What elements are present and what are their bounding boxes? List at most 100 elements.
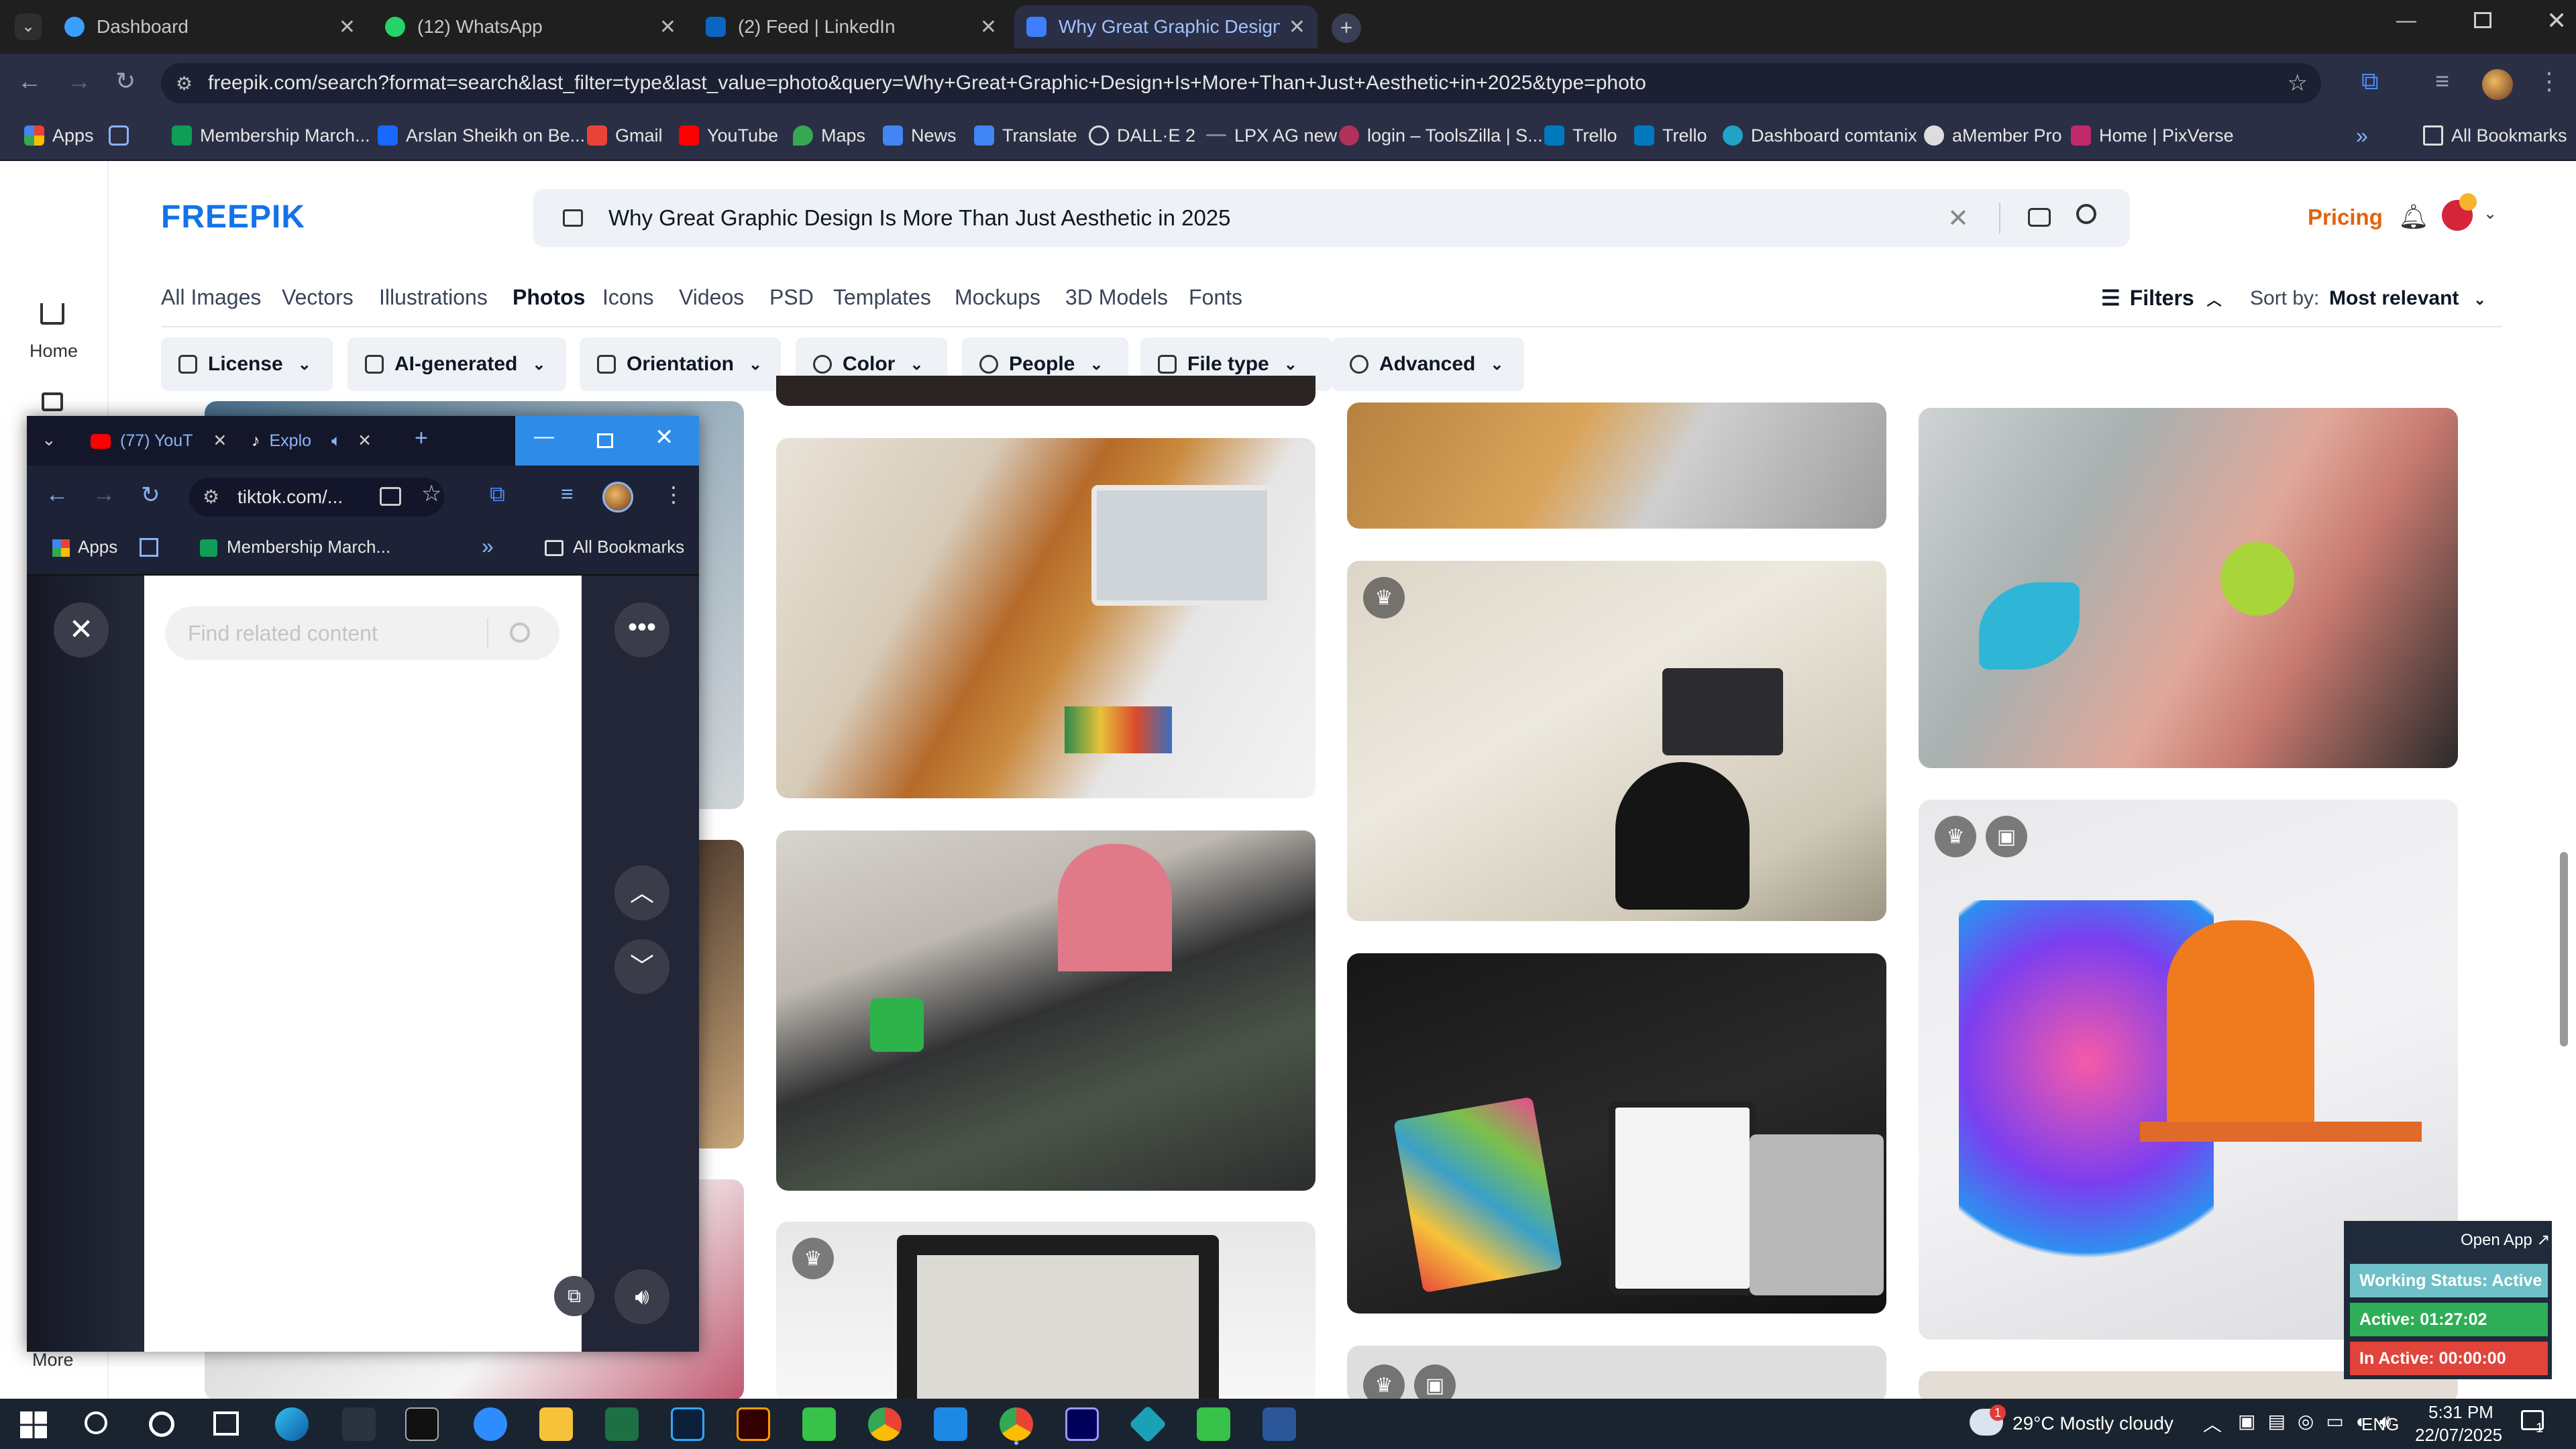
window-minimize-button[interactable]: — (2396, 9, 2416, 32)
popup-extensions-icon[interactable]: ⧉ (490, 482, 505, 507)
close-tab-icon[interactable]: ✕ (659, 15, 676, 39)
filter-advanced[interactable]: Advanced ⌄ (1332, 337, 1524, 391)
tiktok-next-button[interactable]: ﹀ (614, 939, 669, 994)
excel-icon[interactable] (605, 1407, 639, 1441)
collections-icon[interactable] (42, 392, 63, 411)
sidebar-home-label[interactable]: Home (30, 341, 78, 362)
close-tab-icon[interactable]: ✕ (980, 15, 997, 39)
photo-top-view-designer[interactable]: ♛ (1347, 561, 1886, 921)
popup-bookmark-apps[interactable]: Apps (52, 537, 117, 557)
clock-date[interactable]: 22/07/2025 (2415, 1425, 2502, 1446)
open-app-link[interactable]: Open App ↗ (2461, 1230, 2551, 1250)
media-controls-icon[interactable]: ≡ (2435, 67, 2449, 95)
chrome-menu-icon[interactable]: ⋮ (2537, 67, 2561, 95)
bookmark-star-icon[interactable]: ☆ (2288, 70, 2308, 97)
freepik-logo[interactable]: FREEPIK (161, 199, 305, 235)
tiktok-video-area[interactable] (144, 576, 582, 1352)
popup-profile-avatar[interactable] (602, 482, 633, 513)
category-psd[interactable]: PSD (769, 285, 814, 310)
camera-search-icon[interactable] (2028, 208, 2051, 227)
category-fonts[interactable]: Fonts (1189, 285, 1242, 310)
bookmark-toolszilla[interactable]: login – ToolsZilla | S... (1339, 121, 1543, 150)
reload-icon[interactable]: ↻ (115, 67, 136, 95)
photo-designer-sketching[interactable] (776, 438, 1316, 798)
back-icon[interactable]: ← (17, 67, 42, 95)
illustrator-icon[interactable] (737, 1407, 770, 1441)
language-indicator[interactable]: ENG (2361, 1414, 2399, 1435)
popup-all-bookmarks[interactable]: All Bookmarks (545, 537, 684, 557)
image-search-type-icon[interactable] (563, 209, 583, 227)
word-icon[interactable] (1263, 1407, 1296, 1441)
bookmark-trello-1[interactable]: Trello (1544, 121, 1617, 150)
category-photos[interactable]: Photos (513, 285, 585, 310)
close-tab-icon[interactable]: ✕ (1289, 15, 1305, 39)
vscode-icon[interactable] (934, 1407, 967, 1441)
all-bookmarks[interactable]: All Bookmarks (2423, 121, 2567, 150)
popup-forward-icon[interactable]: → (93, 482, 115, 508)
popup-reload-icon[interactable]: ↻ (141, 482, 160, 508)
popup-maximize-button[interactable] (597, 433, 613, 448)
category-mockups[interactable]: Mockups (955, 285, 1040, 310)
tiktok-volume-icon[interactable]: 🔊︎ (614, 1269, 669, 1324)
site-info-icon[interactable]: ⚙ (176, 72, 193, 95)
window-close-button[interactable]: ✕ (2546, 7, 2567, 35)
task-view-icon[interactable] (213, 1411, 239, 1436)
popup-install-icon[interactable] (380, 487, 401, 506)
bookmark-membership[interactable]: Membership March... (172, 121, 370, 150)
tiktok-pip-icon[interactable]: ⧉ (554, 1276, 594, 1316)
bookmark-behance[interactable]: Arslan Sheikh on Be... (378, 121, 585, 150)
page-scrollbar-thumb[interactable] (2560, 852, 2568, 1046)
popup-address-bar[interactable]: ⚙ tiktok.com/... (189, 478, 444, 517)
chrome-active-icon[interactable] (1000, 1407, 1033, 1441)
address-bar[interactable]: ⚙ freepik.com/search?format=search&last_… (161, 63, 2321, 103)
popup-close-button[interactable]: ✕ (655, 424, 674, 451)
bookmark-maps[interactable]: Maps (793, 121, 865, 150)
photo-result[interactable]: ♛ ▣ (1347, 1346, 1886, 1403)
new-tab-button[interactable]: + (1332, 13, 1361, 43)
bookmark-gmail[interactable]: Gmail (587, 121, 663, 150)
pricing-link[interactable]: Pricing (2308, 205, 2383, 230)
filters-toggle[interactable]: ☰ Filters ︿ (2101, 285, 2222, 311)
popup-new-tab-button[interactable]: + (415, 425, 428, 451)
bookmark-translate[interactable]: Translate (974, 121, 1077, 150)
tiktok-close-button[interactable]: ✕ (54, 602, 109, 657)
bookmark-dalle[interactable]: DALL·E 2 (1089, 121, 1195, 150)
category-illustrations[interactable]: Illustrations (379, 285, 488, 310)
bookmark-trello-2[interactable]: Trello (1634, 121, 1707, 150)
photo-desk-keyboard[interactable] (1347, 402, 1886, 529)
file-explorer-icon[interactable] (539, 1407, 573, 1441)
extensions-icon[interactable]: ⧉ (2361, 67, 2379, 96)
search-bar[interactable]: Why Great Graphic Design Is More Than Ju… (533, 189, 2130, 247)
tab-dashboard[interactable]: Dashboard ✕ (52, 5, 368, 48)
photo-result[interactable] (776, 376, 1316, 406)
chrome-icon[interactable] (868, 1407, 902, 1441)
filter-ai-generated[interactable]: AI-generated ⌄ (347, 337, 566, 391)
tiktok-search-input[interactable]: Find related content (165, 606, 559, 660)
sort-select[interactable]: Most relevant ⌄ (2329, 287, 2486, 310)
popup-star-icon[interactable]: ☆ (421, 480, 441, 507)
filter-orientation[interactable]: Orientation ⌄ (580, 337, 781, 391)
tab-search-icon[interactable]: ⌄ (15, 13, 42, 40)
photo-tablet-drawing[interactable] (776, 830, 1316, 1191)
tray-chevron-icon[interactable]: ︿ (2203, 1410, 2222, 1437)
profile-avatar[interactable] (2482, 69, 2513, 100)
forward-icon[interactable]: → (67, 67, 91, 95)
popup-bookmarks-overflow-icon[interactable]: » (482, 534, 494, 559)
tab-freepik[interactable]: Why Great Graphic Design Is M✕ (1014, 5, 1318, 48)
category-videos[interactable]: Videos (679, 285, 744, 310)
taskbar-search-icon[interactable] (85, 1411, 107, 1434)
popup-tab-youtube[interactable]: (77) YouT ✕ (91, 431, 227, 451)
window-restore-button[interactable] (2474, 12, 2491, 28)
bookmark-apps[interactable]: Apps (24, 121, 94, 150)
bookmark-youtube[interactable]: YouTube (679, 121, 778, 150)
close-tab-icon[interactable]: ✕ (339, 15, 356, 39)
popup-menu-icon[interactable]: ⋮ (663, 482, 684, 507)
tab-whatsapp[interactable]: (12) WhatsApp ✕ (373, 5, 688, 48)
pen-tool-icon[interactable] (342, 1407, 376, 1441)
photo-ar-character[interactable] (1919, 408, 2458, 768)
edge-icon[interactable] (275, 1407, 309, 1441)
popup-bookmark-membership[interactable]: Membership March... (200, 537, 390, 557)
bookmark-dashboard-comtanix[interactable]: Dashboard comtanix (1723, 121, 1917, 150)
clear-search-icon[interactable]: ✕ (1947, 203, 1969, 233)
weather-text[interactable]: 29°C Mostly cloudy (2012, 1413, 2174, 1434)
